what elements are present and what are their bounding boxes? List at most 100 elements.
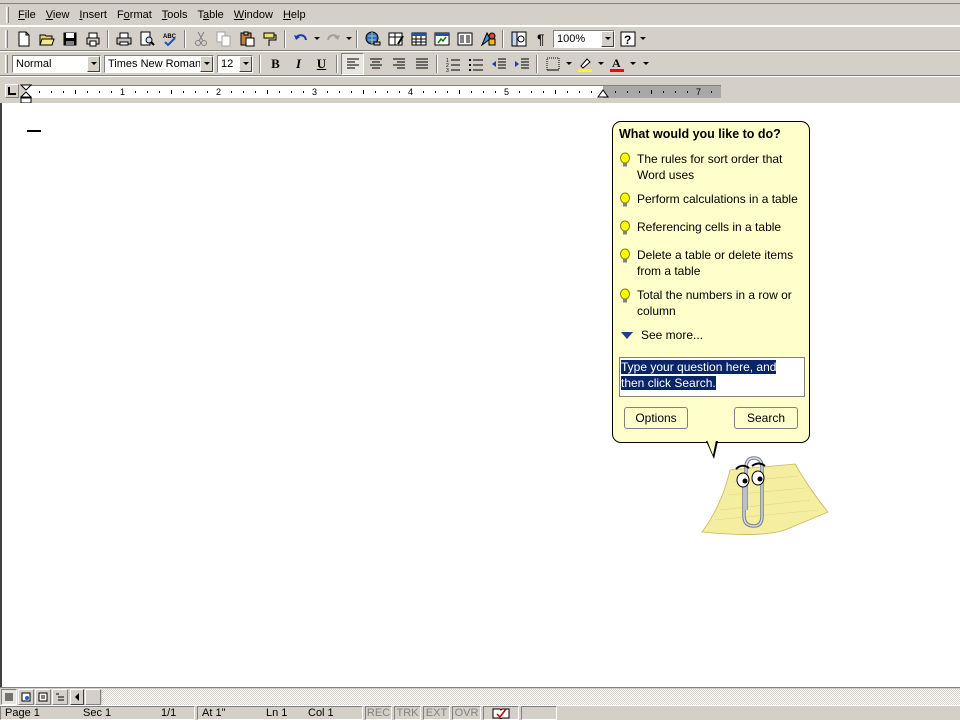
numbering-icon[interactable]: 123 [441, 53, 464, 75]
style-dropdown-icon[interactable] [87, 55, 100, 72]
decrease-indent-icon[interactable] [487, 53, 510, 75]
paste-icon[interactable] [235, 28, 258, 50]
office-assistant-help-icon[interactable]: ? [618, 28, 638, 50]
spelling-status-book-icon[interactable] [483, 706, 519, 720]
highlight-icon[interactable] [573, 53, 596, 75]
save-icon[interactable] [58, 28, 81, 50]
copy-icon[interactable] [212, 28, 235, 50]
zoom-combo[interactable]: 100% [553, 29, 615, 48]
ruler-tick [567, 91, 568, 93]
help-topic[interactable]: The rules for sort order that Word uses [619, 151, 803, 183]
print-icon[interactable] [112, 28, 135, 50]
help-topic[interactable]: Perform calculations in a table [619, 191, 803, 211]
indent-markers-icon[interactable] [20, 84, 32, 104]
print-preview-icon[interactable] [135, 28, 158, 50]
menubar-grip[interactable] [6, 6, 9, 23]
toolbar-separator [502, 29, 504, 48]
font-combo[interactable]: Times New Roman [104, 54, 214, 73]
tables-borders-icon[interactable] [384, 28, 407, 50]
status-ext[interactable]: EXT [423, 706, 450, 720]
cut-icon[interactable] [189, 28, 212, 50]
align-center-icon[interactable] [364, 53, 387, 75]
bullets-icon[interactable] [464, 53, 487, 75]
font-color-dropdown-icon[interactable] [628, 53, 637, 75]
toolbar-grip[interactable] [5, 54, 8, 73]
font-color-icon[interactable]: A [605, 53, 628, 75]
menu-table[interactable]: Table [192, 7, 228, 23]
italic-button[interactable]: I [287, 53, 310, 75]
undo-icon[interactable] [289, 28, 312, 50]
justify-icon[interactable] [410, 53, 433, 75]
ruler-tick [99, 91, 100, 93]
zoom-dropdown-icon[interactable] [601, 30, 614, 47]
open-folder-icon[interactable] [35, 28, 58, 50]
new-document-icon[interactable] [12, 28, 35, 50]
status-ovr[interactable]: OVR [452, 706, 481, 720]
outline-view-icon[interactable] [52, 688, 68, 705]
font-size-combo[interactable]: 12 [217, 54, 253, 73]
web-layout-view-icon[interactable] [18, 688, 34, 705]
toolbar-options-icon[interactable] [638, 28, 647, 50]
insert-excel-worksheet-icon[interactable] [430, 28, 453, 50]
options-button[interactable]: Options [624, 407, 688, 429]
toolbar-separator [284, 29, 286, 48]
redo-icon[interactable] [321, 28, 344, 50]
show-hide-paragraph-icon[interactable]: ¶ [530, 28, 553, 50]
horizontal-ruler[interactable]: 1 2 3 4 5 7 [25, 85, 721, 98]
menu-file[interactable]: File [13, 7, 41, 23]
menu-tools[interactable]: Tools [157, 7, 193, 23]
right-indent-marker-icon[interactable] [597, 88, 609, 98]
status-rec[interactable]: REC [365, 706, 392, 720]
help-topic[interactable]: Referencing cells in a table [619, 219, 803, 239]
insert-hyperlink-icon[interactable] [361, 28, 384, 50]
align-left-icon[interactable] [341, 52, 364, 75]
undo-dropdown-icon[interactable] [312, 28, 321, 50]
borders-dropdown-icon[interactable] [564, 53, 573, 75]
menu-format[interactable]: Format [112, 7, 157, 23]
redo-dropdown-icon[interactable] [344, 28, 353, 50]
ruler-tick [543, 91, 544, 93]
help-topic[interactable]: Delete a table or delete items from a ta… [619, 247, 803, 279]
toolbar-grip[interactable] [5, 29, 8, 48]
font-size-dropdown-icon[interactable] [239, 55, 252, 72]
columns-icon[interactable] [453, 28, 476, 50]
menu-window[interactable]: Window [229, 7, 278, 23]
ruler-tick [471, 91, 472, 93]
format-painter-icon[interactable] [258, 28, 281, 50]
ruler-tick [291, 91, 292, 93]
menu-insert[interactable]: Insert [74, 7, 112, 23]
status-trk[interactable]: TRK [394, 706, 421, 720]
insert-table-icon[interactable] [407, 28, 430, 50]
see-more-link[interactable]: See more... [619, 327, 803, 343]
svg-text:3: 3 [446, 68, 449, 72]
increase-indent-icon[interactable] [510, 53, 533, 75]
office-assistant-clippy-icon[interactable] [700, 450, 830, 540]
spelling-grammar-icon[interactable]: ABC [158, 28, 181, 50]
align-right-icon[interactable] [387, 53, 410, 75]
bold-button[interactable]: B [264, 53, 287, 75]
normal-view-icon[interactable] [1, 688, 17, 705]
underline-button[interactable]: U [310, 53, 333, 75]
document-map-icon[interactable] [507, 28, 530, 50]
search-button[interactable]: Search [734, 407, 798, 429]
menu-view[interactable]: View [41, 7, 75, 23]
toolbar-options-icon[interactable] [641, 53, 650, 75]
formatting-toolbar: Normal Times New Roman 12 B I U 123 A [0, 51, 960, 76]
status-column: Col 1 [308, 707, 334, 719]
tab-selector-icon[interactable] [5, 84, 19, 98]
help-topic[interactable]: Total the numbers in a row or column [619, 287, 803, 319]
print-preview-fax-icon[interactable] [81, 28, 104, 50]
horizontal-scroll-thumb[interactable] [85, 688, 101, 705]
highlight-dropdown-icon[interactable] [596, 53, 605, 75]
borders-icon[interactable] [541, 53, 564, 75]
question-input[interactable]: Type your question here, and then click … [619, 357, 805, 397]
horizontal-scroll-track[interactable] [102, 688, 960, 705]
document-area[interactable] [0, 103, 960, 687]
menu-help[interactable]: Help [278, 7, 311, 23]
ruler-tick [39, 91, 40, 93]
print-layout-view-icon[interactable] [35, 688, 51, 705]
scroll-left-icon[interactable] [70, 688, 84, 705]
drawing-icon[interactable] [476, 28, 499, 50]
font-dropdown-icon[interactable] [200, 55, 213, 72]
style-combo[interactable]: Normal [12, 54, 101, 73]
